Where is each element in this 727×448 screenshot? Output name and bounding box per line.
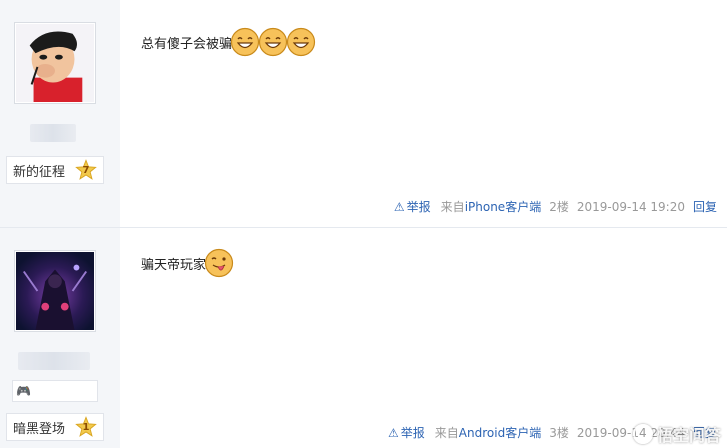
username-blurred[interactable] [30, 124, 76, 142]
report-link[interactable]: ⚠ 举报 [388, 424, 425, 441]
level-number: 7 [82, 165, 90, 176]
post-timestamp: 2019-09-14 19:20 [576, 199, 685, 214]
avatar[interactable] [14, 22, 96, 104]
post-floor-3: 🎮 暗黑登场 1 骗天帝玩家 ⚠ 举报 来自Android客户端 3楼 2019… [0, 228, 727, 448]
report-label: 举报 [400, 426, 425, 440]
laughing-face-icon [286, 27, 316, 57]
post-floor-2: 新的征程 7 总有傻子会被骗 ⚠ 举报 来自iPhone客户端 2楼 2019-… [0, 0, 727, 228]
post-text: 总有傻子会被骗 [141, 36, 233, 52]
watermark: 悟空问答 [632, 422, 721, 446]
badge-title: 暗黑登场 [13, 421, 66, 437]
level-number: 1 [82, 422, 90, 433]
author-sidebar: 新的征程 7 [0, 0, 120, 227]
avatar-dark-fantasy-image [16, 252, 94, 330]
client-link[interactable]: Android客户端 [459, 426, 541, 440]
post-content: 总有傻子会被骗 [141, 27, 316, 57]
warning-triangle-icon: ⚠ [393, 199, 405, 214]
laughing-face-icon [230, 27, 260, 57]
post-meta-bar: ⚠ 举报 来自iPhone客户端 2楼 2019-09-14 19:20 回复 [394, 198, 717, 215]
post-text: 骗天帝玩家 [141, 257, 207, 273]
watermark-text: 悟空问答 [656, 426, 721, 445]
post-content: 骗天帝玩家 [141, 248, 234, 278]
laughing-face-icon [258, 27, 288, 57]
author-sidebar: 🎮 暗黑登场 1 [0, 228, 120, 448]
client-source: 来自Android客户端 [435, 424, 541, 441]
report-link[interactable]: ⚠ 举报 [394, 198, 431, 215]
star-badge-icon: 1 [75, 416, 97, 438]
report-label: 举报 [406, 200, 431, 214]
forum-level-badge[interactable]: 新的征程 7 [6, 156, 104, 184]
warning-triangle-icon: ⚠ [388, 425, 399, 440]
avatar[interactable] [14, 250, 96, 332]
game-controller-icon: 🎮 [16, 384, 31, 398]
username-blurred[interactable] [18, 352, 90, 370]
client-source: 来自iPhone客户端 [441, 198, 542, 215]
badge-title: 新的征程 [13, 164, 66, 180]
client-prefix: 来自 [434, 426, 459, 440]
tongue-out-face-icon [204, 248, 234, 278]
client-link[interactable]: iPhone客户端 [465, 200, 542, 214]
client-prefix: 来自 [440, 200, 465, 214]
floor-number: 2楼 [549, 200, 569, 214]
forum-level-badge[interactable]: 暗黑登场 1 [6, 413, 104, 441]
avatar-cartoon-image [16, 24, 94, 102]
star-badge-icon: 7 [75, 159, 97, 181]
medal-bar[interactable]: 🎮 [12, 380, 98, 402]
watermark-logo-icon [632, 424, 653, 444]
reply-link[interactable]: 回复 [693, 198, 717, 215]
floor-number: 3楼 [549, 426, 569, 440]
